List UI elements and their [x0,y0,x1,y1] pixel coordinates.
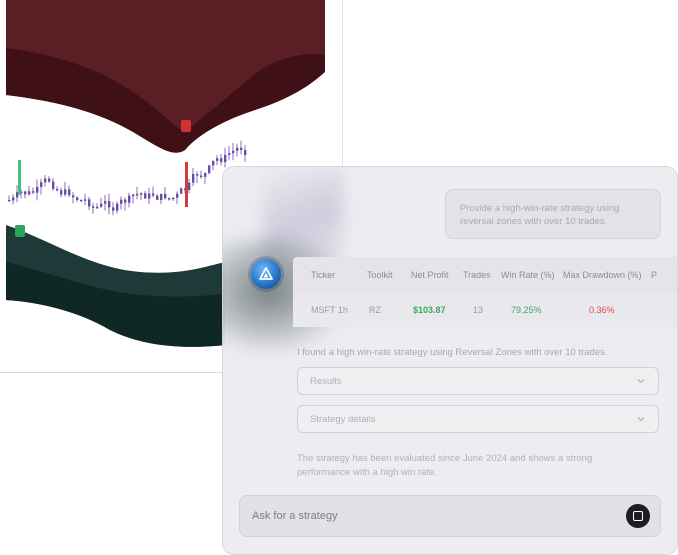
candle [164,193,167,199]
candle [28,191,31,195]
candle [208,165,211,174]
candle [128,195,131,203]
strategy-chat-panel: Provide a high-win-rate strategy using r… [222,166,678,555]
col-ticker: Ticker [311,270,336,280]
candle [204,173,207,177]
candle [96,206,99,209]
strategy-prompt-input[interactable] [240,496,610,536]
user-message-bubble: Provide a high-win-rate strategy using r… [445,189,661,239]
candle [216,158,219,161]
candle [80,199,83,202]
candle [124,199,127,203]
strategy-details-accordion-label: Strategy details [310,414,376,425]
table-row[interactable]: MSFT 1h RZ $103.87 13 79.25% 0.36% [293,293,677,327]
candle [40,182,43,187]
candle [108,201,111,208]
candle [76,197,79,201]
candle [32,191,35,193]
candle [228,153,231,155]
candle [212,160,215,166]
results-accordion[interactable]: Results [297,367,659,395]
candle [192,174,195,183]
col-win-rate: Win Rate (%) [501,270,555,280]
candle [240,147,243,151]
candle [232,150,235,154]
bearish-candle [185,162,188,207]
candle [156,195,159,200]
candle [52,181,55,189]
candle [36,186,39,193]
candle [148,193,151,199]
candle [64,189,67,195]
candle [168,198,171,200]
candle [132,194,135,197]
candle [88,199,91,207]
candle [188,182,191,190]
candle [224,154,227,163]
bullish-candle [18,160,21,195]
candle [152,193,155,196]
composer [239,495,661,537]
assistant-summary: I found a high win-rate strategy using R… [297,347,608,358]
candle [244,150,247,156]
candle [136,193,139,196]
candle [172,197,175,200]
candle [12,197,15,201]
candle [92,206,95,208]
chevron-down-icon [637,379,645,384]
buy-signal-marker [15,225,25,237]
candle [72,195,75,198]
candle [104,201,107,204]
candle [180,188,183,194]
cell-trades: 13 [473,305,484,315]
candle [220,158,223,163]
candle [140,193,143,195]
col-extra: P [651,270,658,280]
assistant-note: The strategy has been evaluated since Ju… [297,453,593,478]
candle [120,199,123,204]
candle [68,189,71,196]
cell-ticker: MSFT 1h [311,305,348,315]
candle [116,203,119,211]
assistant-avatar [251,259,281,289]
strategy-details-accordion[interactable]: Strategy details [297,405,659,433]
table-header-row: Ticker Toolkit Net Profit Trades Win Rat… [293,257,677,293]
candle [196,174,199,176]
col-trades: Trades [463,270,491,280]
candle [100,203,103,207]
candle [48,178,51,182]
candle [24,191,27,195]
candle [160,193,163,200]
candle [176,193,179,198]
cell-max-drawdown: 0.36% [589,305,615,315]
cell-net-profit: $103.87 [413,305,446,315]
candle [60,190,63,195]
results-table: Ticker Toolkit Net Profit Trades Win Rat… [293,257,677,327]
candle [144,193,147,199]
candle [84,199,87,201]
stop-button[interactable] [626,504,650,528]
cell-toolkit: RZ [369,305,381,315]
stop-square-icon [633,511,643,521]
col-net-profit: Net Profit [411,270,449,280]
results-accordion-label: Results [310,376,342,387]
cell-win-rate: 79.25% [511,305,542,315]
candle [236,147,239,151]
candle [8,200,11,202]
col-max-drawdown: Max Drawdown (%) [563,270,642,280]
sell-signal-marker [181,120,191,132]
col-toolkit: Toolkit [367,270,393,280]
candle [56,188,59,191]
candle [44,178,47,183]
candle [200,175,203,178]
chevron-down-icon [637,417,645,422]
candle [112,207,115,211]
triangle-logo-icon [259,267,273,280]
